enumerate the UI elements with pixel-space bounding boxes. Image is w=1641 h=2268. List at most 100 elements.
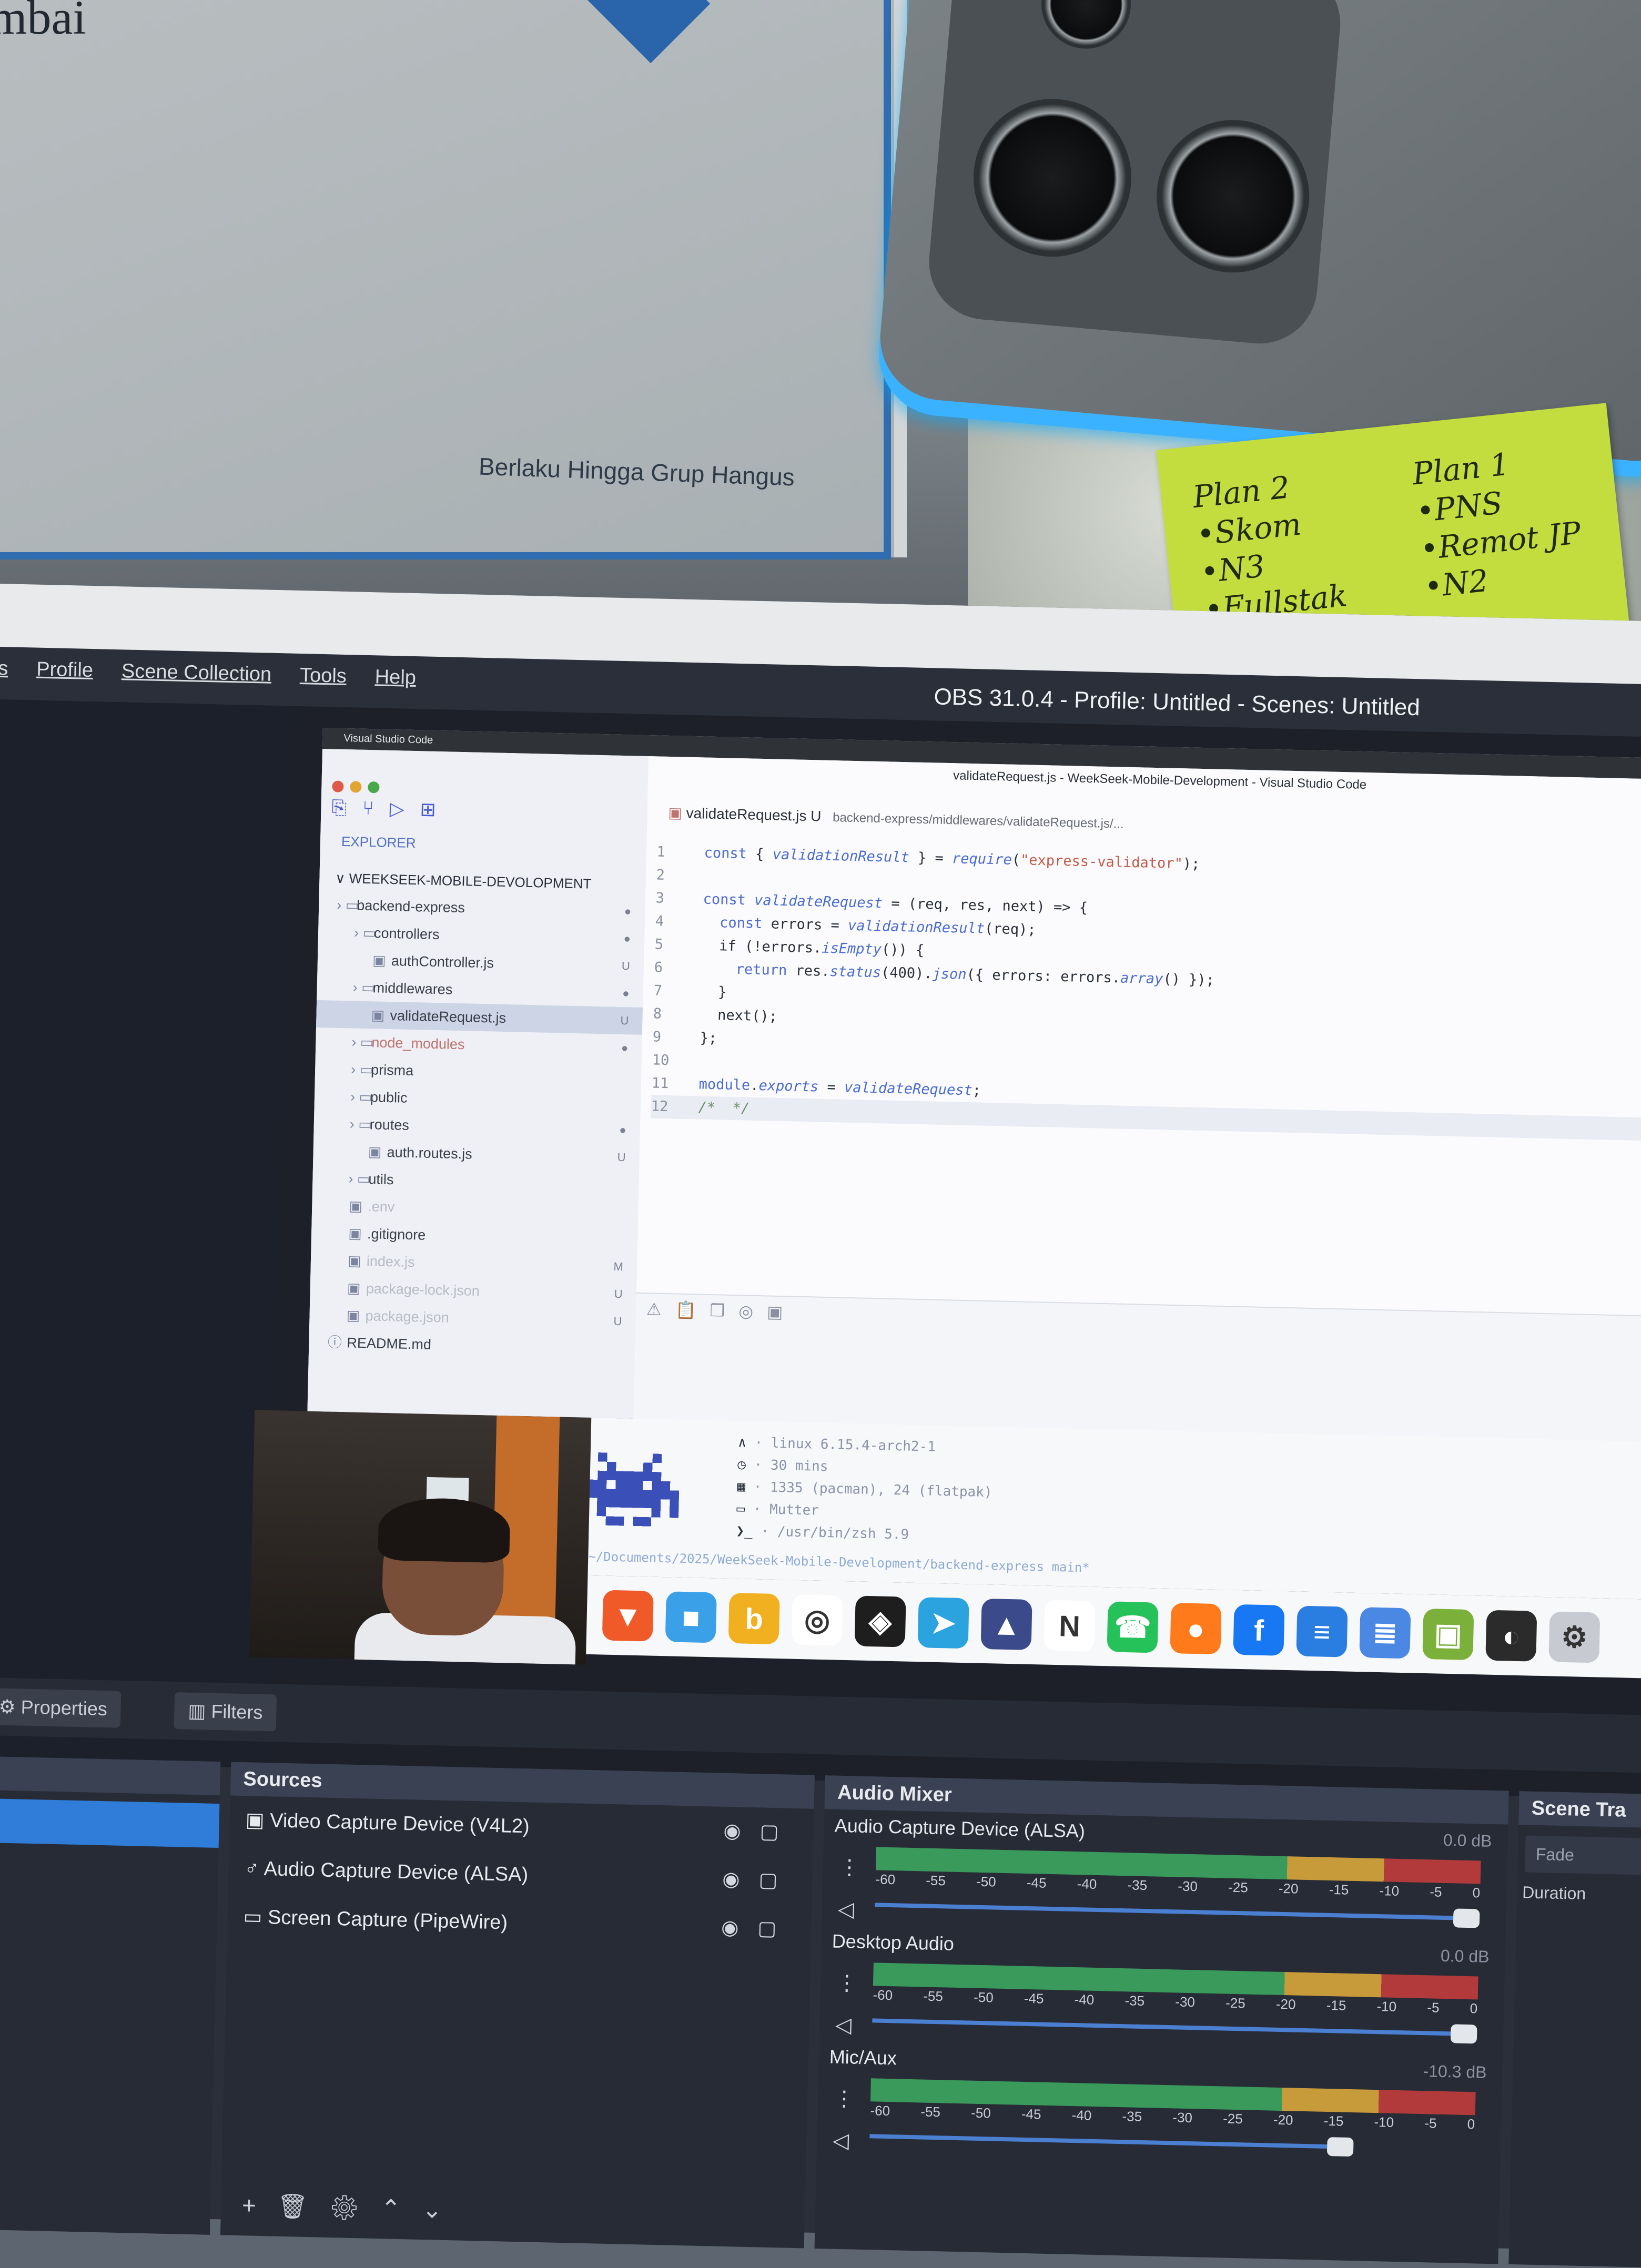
menu-item-help[interactable]: Help	[374, 666, 416, 709]
scene-item-selected[interactable]	[0, 1798, 220, 1848]
mixer-channel: Mic/Aux -10.3 dB ⋮ ◁ -60 -55 -50 -45 -40 -35 -30 -2…	[822, 2040, 1498, 2171]
meter-tick: -20	[1273, 2111, 1293, 2128]
terminal[interactable]: ∧ · linux 6.15.4-arch2-1 ◷ · 30 mins ▦ ·…	[566, 1417, 1641, 1600]
kebab-menu-icon[interactable]: ⋮	[836, 1962, 858, 2005]
camera-icon: ▣	[245, 1809, 270, 1832]
volume-slider-handle[interactable]	[1453, 1908, 1480, 1928]
obs-icon[interactable]: ◐	[1485, 1610, 1537, 1662]
volume-slider-handle[interactable]	[1326, 2137, 1354, 2157]
kebab-menu-icon[interactable]: ⋮	[838, 1846, 860, 1889]
notion-icon[interactable]: N	[1044, 1600, 1096, 1652]
docs-icon[interactable]: ≡	[1296, 1605, 1348, 1657]
tree-item-label: backend-express	[356, 897, 465, 916]
meter-tick: -50	[973, 1989, 994, 2006]
obs-window-title: OBS 31.0.4 - Profile: Untitled - Scenes:…	[934, 684, 1421, 721]
clipboard-icon[interactable]: 📋	[675, 1300, 710, 1319]
file-icon: ▣	[346, 1307, 360, 1324]
files-icon[interactable]: ■	[665, 1591, 717, 1643]
line-number: 3	[655, 890, 665, 907]
chevron-down-icon[interactable]: ⌄	[422, 2195, 464, 2224]
lock-icon[interactable]: ▢	[757, 1917, 796, 1940]
fetch-line: · 30 mins	[754, 1457, 828, 1475]
add-source-icon[interactable]: +	[242, 2191, 278, 2220]
menu-item-scene-collection[interactable]: Scene Collection	[121, 660, 272, 705]
pin-icon[interactable]: ◎	[738, 1301, 767, 1321]
editor-tab[interactable]: ▣ validateRequest.js U backend-express/m…	[668, 804, 1124, 832]
git-status: ●	[623, 932, 631, 945]
folder-icon: › ▭	[348, 1171, 371, 1187]
microphone-icon: ♂	[244, 1857, 265, 1880]
warning-icon[interactable]: ⚠	[646, 1299, 675, 1319]
inkscape-icon[interactable]: ▲	[980, 1598, 1032, 1651]
file-icon: ▣	[368, 1144, 382, 1160]
source-name: Screen Capture (PipeWire)	[267, 1906, 508, 1934]
speaker-icon[interactable]: ◁	[835, 2004, 857, 2047]
webcam-person-hair	[378, 1497, 511, 1563]
tree-item-label: package.json	[365, 1308, 450, 1326]
line-number: 7	[653, 982, 663, 999]
settings-icon[interactable]: ⚙	[1548, 1611, 1601, 1663]
maximize-button[interactable]	[368, 781, 380, 794]
firefox-icon[interactable]: ●	[1170, 1603, 1222, 1655]
kebab-menu-icon[interactable]: ⋮	[833, 2078, 855, 2120]
line-number: 1	[656, 843, 666, 860]
lock-icon[interactable]: ▢	[759, 1820, 798, 1844]
vscode-sidebar: ⎘ ⑂ ▷ ⊞ EXPLORER ∨ WEEKSEEK-MOBILE-DEVOL…	[307, 748, 650, 1419]
android-studio-icon[interactable]: ▣	[1422, 1608, 1474, 1661]
speaker-icon[interactable]: ◁	[832, 2120, 854, 2162]
extensions-icon[interactable]: ⊞	[420, 798, 436, 821]
files-icon[interactable]: ⎘	[331, 796, 347, 819]
terminal-icon[interactable]: ▣	[767, 1302, 797, 1321]
trash-icon[interactable]: 🗑	[277, 2192, 329, 2221]
meter-tick: -40	[1077, 1876, 1097, 1892]
fetch-icon: ▦	[737, 1479, 746, 1495]
eye-icon[interactable]: ◉	[723, 1820, 760, 1843]
telegram-icon[interactable]: ➤	[917, 1597, 969, 1649]
transition-select[interactable]: Fade	[1525, 1835, 1641, 1875]
brave-icon[interactable]: ▼	[602, 1590, 654, 1642]
info-icon: ⓘ	[327, 1334, 342, 1351]
b-app-icon[interactable]: b	[728, 1592, 780, 1645]
menu-item-tools[interactable]: Tools	[299, 664, 347, 707]
menu-item-view[interactable]: s	[0, 657, 8, 699]
meter-tick: -45	[1026, 1874, 1047, 1891]
speaker-icon[interactable]: ◁	[837, 1888, 859, 1931]
properties-button[interactable]: ⚙ Properties	[0, 1687, 121, 1728]
facebook-icon[interactable]: f	[1233, 1604, 1285, 1656]
meter-tick: -60	[873, 1987, 893, 2003]
volume-slider[interactable]	[872, 2018, 1477, 2044]
close-button[interactable]	[332, 780, 344, 792]
tree-item-label: authController.js	[391, 953, 494, 971]
eye-icon[interactable]: ◉	[722, 1868, 759, 1891]
tab-status: U	[810, 808, 822, 825]
copy-icon[interactable]: ❐	[710, 1301, 738, 1320]
project-root[interactable]: ∨ WEEKSEEK-MOBILE-DEVOLOPMENT	[335, 870, 592, 892]
fetch-output: ∧ · linux 6.15.4-arch2-1 ◷ · 30 mins ▦ ·…	[736, 1431, 994, 1548]
tree-item-label: prisma	[370, 1062, 414, 1079]
panel-toolbar: ⚠📋❐◎▣	[646, 1299, 797, 1322]
tree-item-label: auth.routes.js	[387, 1144, 473, 1162]
gear-icon[interactable]: ⚙	[329, 2193, 381, 2222]
chrome-icon[interactable]: ◎	[791, 1594, 843, 1646]
volume-slider-handle[interactable]	[1450, 2024, 1477, 2044]
volume-slider[interactable]	[875, 1903, 1480, 1928]
js-file-icon: ▣	[668, 804, 687, 821]
camera-lens-icon	[1150, 114, 1316, 279]
channel-db: 0.0 dB	[1443, 1830, 1492, 1850]
minimize-button[interactable]	[350, 781, 362, 793]
volume-slider[interactable]	[869, 2134, 1354, 2157]
chevron-up-icon[interactable]: ⌃	[380, 2194, 422, 2223]
run-debug-icon[interactable]: ▷	[389, 798, 404, 821]
menu-item-profile[interactable]: Profile	[36, 658, 94, 701]
filters-button[interactable]: ▥ Filters	[174, 1692, 277, 1732]
sources-dock: Sources ▣ Video Capture Device (V4L2) ◉▢ ♂…	[220, 1762, 815, 2249]
writer-icon[interactable]: ≣	[1359, 1607, 1411, 1659]
eye-icon[interactable]: ◉	[721, 1917, 758, 1940]
figma-icon[interactable]: ◈	[854, 1595, 906, 1647]
tree-item-label: middlewares	[372, 980, 453, 998]
source-control-icon[interactable]: ⑂	[362, 797, 374, 820]
whatsapp-icon[interactable]: ☎	[1107, 1601, 1159, 1653]
explorer-label: EXPLORER	[341, 833, 416, 851]
lock-icon[interactable]: ▢	[758, 1869, 797, 1892]
tree-item-label: node_modules	[371, 1034, 465, 1053]
